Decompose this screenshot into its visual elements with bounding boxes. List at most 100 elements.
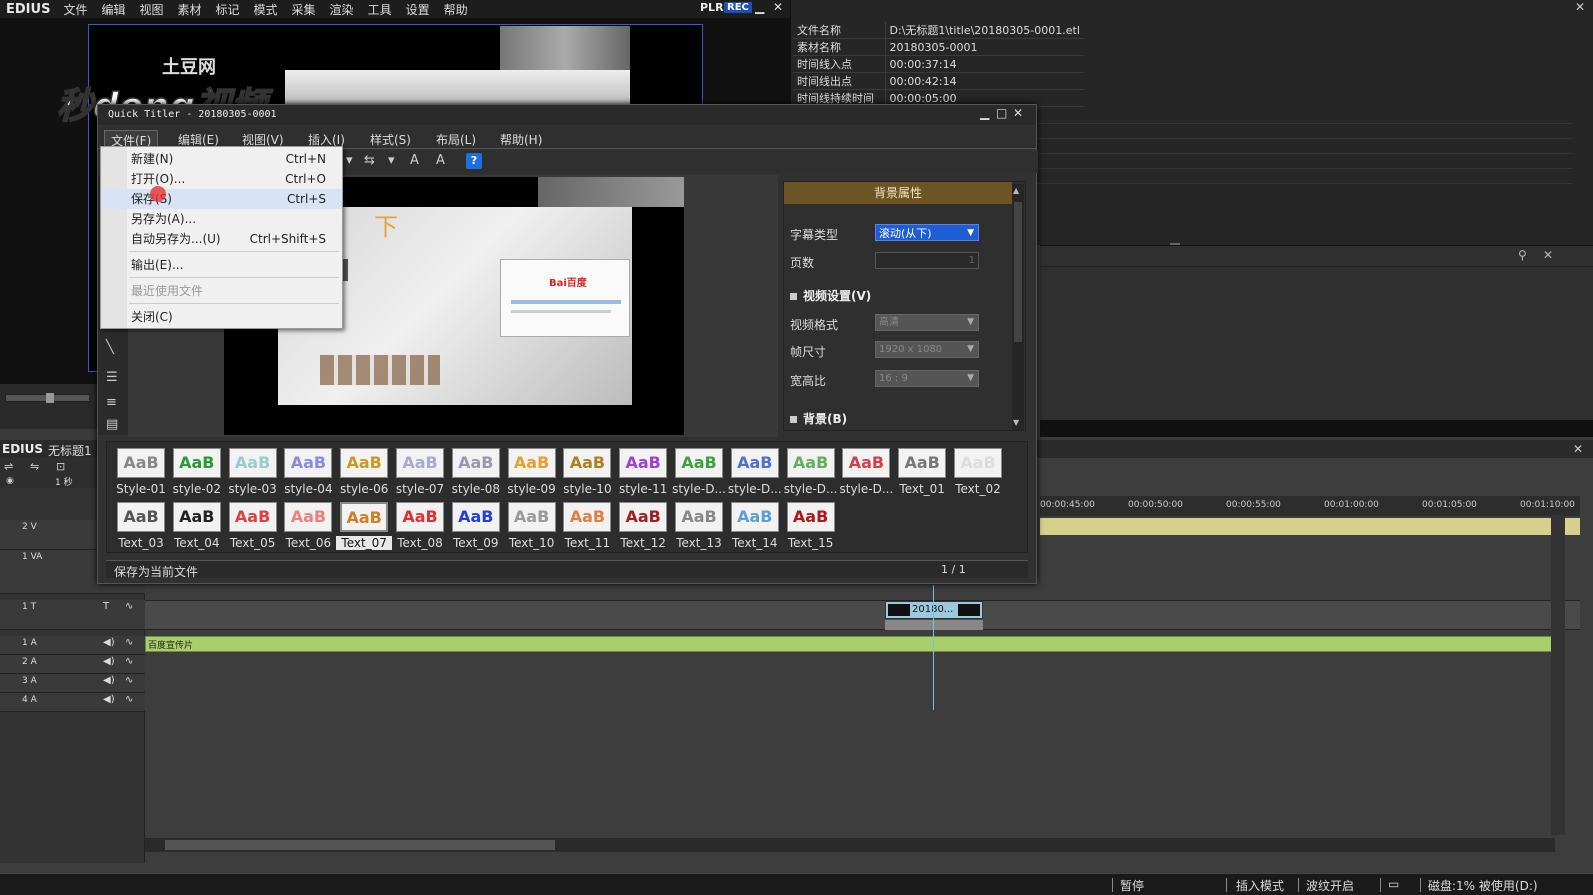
align-tool-icon[interactable]: ☰ [106,370,118,385]
style-item[interactable]: AaB Text_08 [392,500,448,554]
close-icon[interactable]: ✕ [1543,248,1553,262]
menu-capture[interactable]: 采集 [285,1,323,18]
status-insert-mode[interactable]: 插入模式 [1236,877,1284,894]
arrange-icon[interactable]: ⇆ [364,153,375,168]
style-item[interactable]: AaB Text_07 [336,500,393,554]
maximize-icon[interactable]: □ [996,106,1007,120]
track-header-1a[interactable]: 1 A ◀) ∿ [0,636,145,655]
menu-edit[interactable]: 编辑 [94,1,132,18]
ripple-tool-icon[interactable]: ⇋ [30,460,39,473]
file-menu-item[interactable]: 打开(O)... Ctrl+O [101,169,342,189]
close-icon[interactable]: ✕ [1575,0,1585,14]
player-slider[interactable] [5,393,90,403]
title-clip[interactable]: 20180... [885,601,983,619]
file-menu-item[interactable]: 自动另存为...(U) Ctrl+Shift+S [101,229,342,249]
page-count-input[interactable]: 1 [875,252,979,269]
speaker-icon[interactable]: ◀) [103,637,115,648]
aspect-ratio-select[interactable]: 16 : 9 ▼ [875,370,979,387]
file-menu-item[interactable]: 新建(N) Ctrl+N [101,149,342,169]
style-item[interactable]: AaB style-06 [336,446,392,500]
menu-mode[interactable]: 模式 [247,1,285,18]
scroll-thumb[interactable] [1014,202,1022,342]
style-item[interactable]: AaB Text_03 [113,500,169,554]
style-item[interactable]: AaB style-11 [615,446,671,500]
wave-icon[interactable]: ∿ [125,656,133,667]
slider-knob[interactable] [46,393,54,403]
track-header-3a[interactable]: 3 A ◀) ∿ [0,674,145,693]
menu-marker[interactable]: 标记 [209,1,247,18]
style-item[interactable]: AaB style-10 [559,446,615,500]
style-item[interactable]: AaB Text_04 [169,500,225,554]
wave-icon[interactable]: ∿ [125,637,133,648]
quick-titler-titlebar[interactable]: Quick Titler - 20180305-0001 ▁ □ ✕ [98,105,1036,125]
style-item[interactable]: AaB Text_09 [448,500,504,554]
style-item[interactable]: AaB Text_12 [615,500,671,554]
close-icon[interactable]: ✕ [1013,106,1023,120]
pin-icon[interactable]: ⚲ [1518,248,1527,262]
audio-clip[interactable]: 百度宣传片 [145,636,1552,652]
text-style-icon[interactable]: A [410,153,419,168]
eye-icon[interactable]: ◉ [6,476,14,486]
style-item[interactable]: AaB style-02 [169,446,225,500]
speaker-icon[interactable]: ◀) [103,675,115,686]
link-icon[interactable]: ⊡ [56,460,65,473]
track-tool-icon[interactable]: ⇌ [4,460,13,473]
line-tool-icon[interactable]: ╲ [106,340,114,355]
menu-tools[interactable]: 工具 [361,1,399,18]
scroll-thumb[interactable] [165,840,555,850]
text-edit-icon[interactable]: A [436,153,445,168]
style-item[interactable]: AaB style-08 [448,446,504,500]
style-item[interactable]: AaB style-D... [838,446,894,500]
frame-tool-icon[interactable]: ▤ [106,417,118,432]
timeline-cursor[interactable] [933,585,934,710]
style-item[interactable]: AaB Text_10 [504,500,560,554]
file-menu-item[interactable]: 保存(S)Ctrl+S [101,189,342,209]
track-header-4a[interactable]: 4 A ◀) ∿ [0,693,145,712]
menu-view[interactable]: 视图 [132,1,170,18]
help-icon[interactable]: ? [466,153,482,169]
qt-menu-layout[interactable]: 布局(L) [430,130,482,149]
close-icon[interactable]: ✕ [773,0,783,14]
style-item[interactable]: AaB Style-01 [113,446,169,500]
style-item[interactable]: AaB Text_01 [894,446,950,500]
close-icon[interactable]: ✕ [1573,442,1583,456]
track-header-1t[interactable]: 1 T T ∿ [0,600,145,630]
style-item[interactable]: AaB style-D... [783,446,839,500]
scroll-down-icon[interactable]: ▼ [1013,418,1019,427]
splitter-handle[interactable] [1170,243,1180,245]
scroll-up-icon[interactable]: ▲ [1013,186,1019,195]
style-item[interactable]: AaB Text_15 [783,500,839,554]
qt-menu-help[interactable]: 帮助(H) [494,130,548,149]
track-header-2a[interactable]: 2 A ◀) ∿ [0,655,145,674]
file-menu-item[interactable]: 输出(E)... [101,255,342,275]
monitor-icon[interactable]: ▭ [1388,877,1399,891]
menu-file[interactable]: 文件 [56,1,94,18]
layer-tool-icon[interactable]: ≡ [106,395,117,410]
panel-scrollbar[interactable]: ▲ ▼ [1012,184,1024,430]
collapse-icon[interactable] [790,416,797,423]
style-item[interactable]: AaB Text_14 [727,500,783,554]
dropdown-arrow-icon[interactable]: ▾ [346,153,353,168]
subtitle-type-select[interactable]: 滚动(从下) ▼ [875,224,979,241]
video-settings-section[interactable]: 视频设置(V) [790,287,871,304]
background-section[interactable]: 背景(B) [790,410,847,427]
wave-icon[interactable]: ∿ [125,675,133,686]
style-item[interactable]: AaB style-04 [280,446,336,500]
speaker-icon[interactable]: ◀) [103,694,115,705]
style-item[interactable]: AaB Text_06 [280,500,336,554]
style-item[interactable]: AaB style-09 [504,446,560,500]
menu-settings[interactable]: 设置 [399,1,437,18]
minimize-icon[interactable]: ▁ [980,106,989,120]
collapse-icon[interactable] [790,293,797,300]
title-track[interactable] [145,600,1580,630]
video-track-clip[interactable] [1040,518,1580,535]
menu-clip[interactable]: 素材 [170,1,208,18]
menu-render[interactable]: 渲染 [323,1,361,18]
frame-size-select[interactable]: 1920 x 1080 ▼ [875,341,979,358]
style-item[interactable]: AaB style-03 [225,446,281,500]
wave-icon[interactable]: ∿ [125,601,133,612]
time-ruler[interactable]: 00:00:45:00 00:00:50:00 00:00:55:00 00:0… [1040,496,1580,516]
style-item[interactable]: AaB Text_11 [559,500,615,554]
style-item[interactable]: AaB Text_05 [225,500,281,554]
style-item[interactable]: AaB style-D... [727,446,783,500]
